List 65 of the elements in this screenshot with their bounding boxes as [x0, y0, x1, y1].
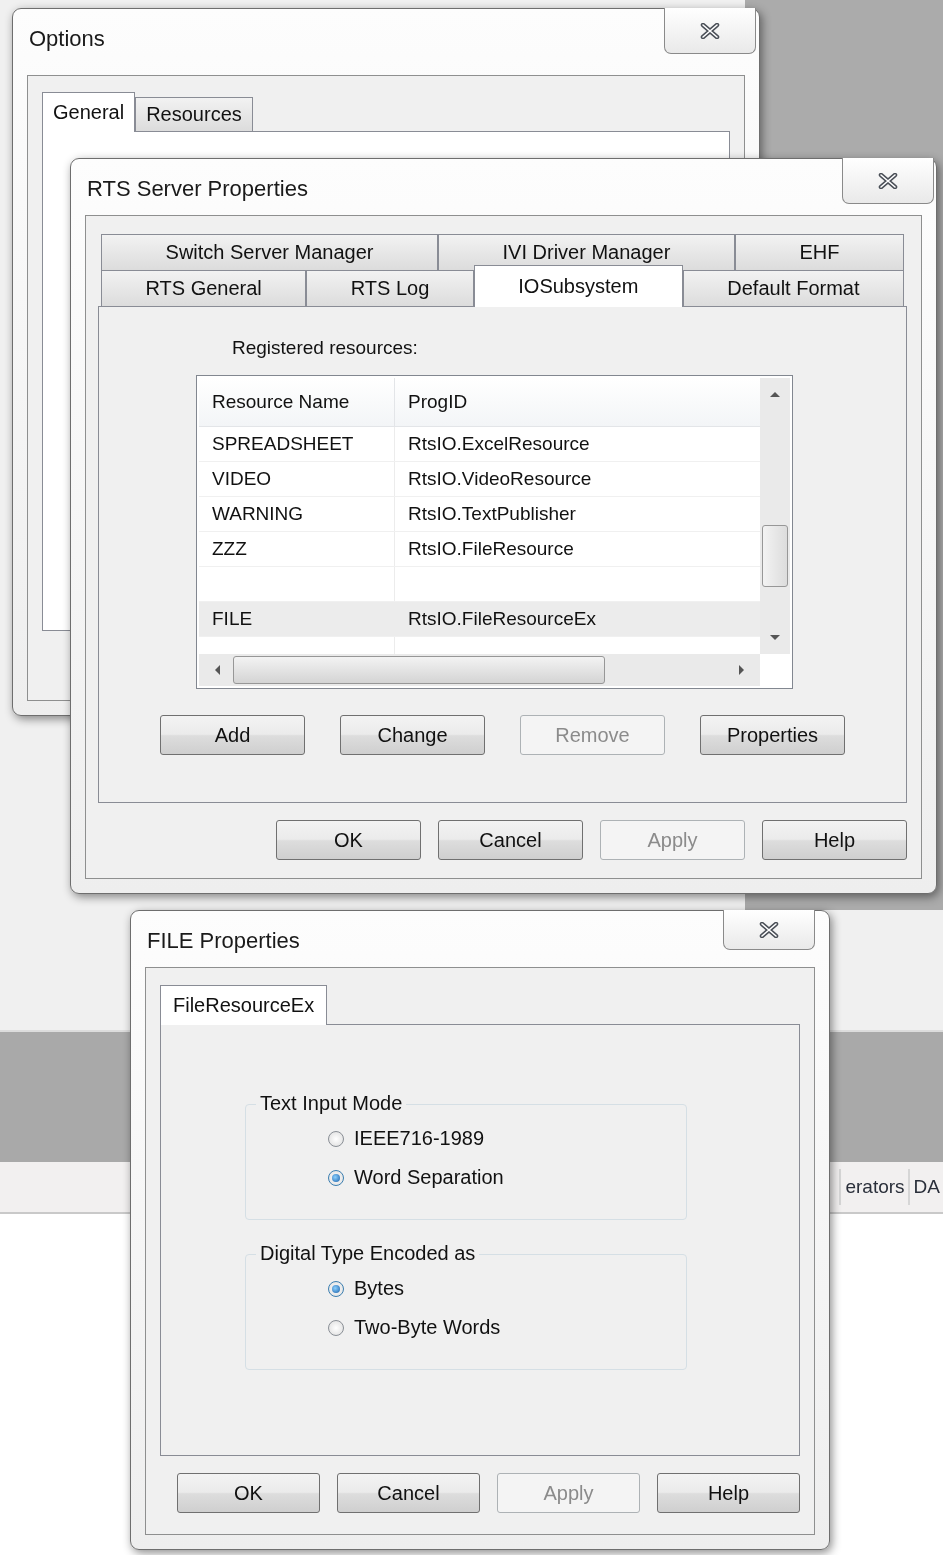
dialog-button[interactable]: Properties — [700, 715, 845, 755]
table-cell: WARNING — [212, 503, 304, 525]
radio-label[interactable]: Bytes — [354, 1277, 405, 1300]
close-button[interactable] — [723, 910, 815, 950]
table-cell: RtsIO.ExcelResource — [408, 433, 590, 455]
tab[interactable]: Resources — [135, 97, 253, 131]
dialog-button[interactable]: OK — [177, 1473, 320, 1513]
radio-button[interactable] — [328, 1319, 344, 1336]
dialog-button[interactable]: Add — [160, 715, 305, 755]
tab[interactable]: General — [42, 92, 136, 132]
tab[interactable]: Default Format — [682, 270, 904, 306]
scroll-thumb[interactable] — [762, 525, 788, 587]
tab[interactable]: Switch Server Manager — [101, 234, 438, 270]
vertical-scrollbar[interactable] — [760, 378, 790, 654]
tab[interactable]: FileResourceEx — [160, 985, 328, 1025]
dialog-button[interactable]: Cancel — [337, 1473, 480, 1513]
window-title: FILE Properties — [147, 928, 300, 954]
section-label: Registered resources: — [232, 337, 419, 359]
dialog-button[interactable]: OK — [276, 820, 421, 860]
close-button[interactable] — [842, 158, 934, 204]
close-icon — [700, 22, 720, 39]
table-row[interactable]: ZZZ RtsIO.FileResource — [199, 532, 760, 567]
dialog-button[interactable]: Change — [340, 715, 485, 755]
group-label: Digital Type Encoded as — [256, 1242, 480, 1265]
column-header[interactable]: Resource Name — [199, 378, 395, 426]
table-row[interactable]: FILE RtsIO.FileResourceEx — [199, 602, 760, 637]
dialog-button[interactable]: Help — [762, 820, 907, 860]
tab[interactable]: erators — [839, 1169, 908, 1205]
table-cell: SPREADSHEET — [212, 433, 354, 455]
close-icon — [878, 172, 898, 189]
tab[interactable]: RTS General — [101, 270, 307, 306]
radio-label[interactable]: Word Separation — [354, 1166, 504, 1189]
window-title: Options — [29, 26, 105, 52]
scroll-left-icon[interactable] — [213, 664, 221, 676]
tab[interactable]: DA — [907, 1169, 943, 1205]
dialog-button[interactable]: Help — [657, 1473, 800, 1513]
table-cell: ZZZ — [212, 538, 247, 560]
tab[interactable]: EHF — [734, 234, 904, 270]
tab[interactable]: IOSubsystem — [473, 265, 683, 307]
table-cell: RtsIO.FileResourceEx — [408, 608, 596, 630]
scroll-up-icon[interactable] — [769, 390, 781, 398]
radio-button[interactable] — [328, 1280, 344, 1297]
window-title: RTS Server Properties — [87, 176, 308, 202]
tab[interactable]: IVI Driver Manager — [437, 234, 735, 270]
close-button[interactable] — [664, 8, 756, 54]
close-icon — [759, 921, 779, 938]
horizontal-scrollbar[interactable] — [199, 654, 760, 686]
scroll-down-icon[interactable] — [769, 634, 781, 642]
scroll-thumb[interactable] — [233, 656, 605, 684]
table-cell: RtsIO.TextPublisher — [408, 503, 576, 525]
table-cell: VIDEO — [212, 468, 272, 490]
radio-label[interactable]: IEEE716-1989 — [354, 1127, 485, 1150]
table-cell: RtsIO.VideoResource — [408, 468, 592, 490]
radio-label[interactable]: Two-Byte Words — [354, 1316, 501, 1339]
table-row[interactable]: SPREADSHEET RtsIO.ExcelResource — [199, 427, 760, 462]
tab[interactable]: RTS Log — [306, 270, 474, 306]
group-label: Text Input Mode — [256, 1092, 407, 1115]
radio-button[interactable] — [328, 1130, 344, 1147]
radio-button[interactable] — [328, 1169, 344, 1186]
table-row[interactable]: WARNING RtsIO.TextPublisher — [199, 497, 760, 532]
table-cell: RtsIO.FileResource — [408, 538, 574, 560]
dialog-button[interactable]: Cancel — [438, 820, 583, 860]
column-header[interactable]: ProgID — [395, 378, 760, 426]
table-row[interactable]: VIDEO RtsIO.VideoResource — [199, 462, 760, 497]
table-cell: FILE — [212, 608, 253, 630]
